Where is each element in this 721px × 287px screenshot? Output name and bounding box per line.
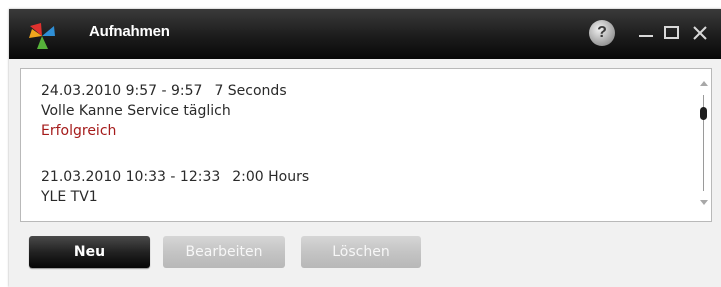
close-icon[interactable]	[688, 21, 712, 45]
recordings-window: Aufnahmen ? 24.03.2010 9:57 - 9:57 7 Seco…	[9, 9, 721, 287]
minimize-icon[interactable]	[634, 21, 658, 45]
recording-time: 24.03.2010 9:57 - 9:57	[41, 83, 203, 99]
recording-channel: Volle Kanne Service täglich	[41, 103, 231, 119]
help-icon[interactable]: ?	[589, 20, 615, 46]
recording-channel: YLE TV1	[41, 189, 98, 205]
recording-time: 21.03.2010 10:33 - 12:33	[41, 169, 221, 185]
recordings-list[interactable]: 24.03.2010 9:57 - 9:57 7 Seconds Volle Ka…	[20, 68, 712, 222]
maximize-icon[interactable]	[660, 21, 684, 45]
recording-status: Erfolgreich	[41, 123, 117, 139]
scroll-down-icon[interactable]	[699, 197, 709, 207]
scroll-up-icon[interactable]	[699, 79, 709, 89]
delete-button[interactable]: Löschen	[301, 236, 421, 268]
recording-duration: 2:00 Hours	[232, 169, 310, 185]
vertical-scrollbar[interactable]	[697, 79, 711, 209]
new-button[interactable]: Neu	[29, 236, 150, 268]
title-bar[interactable]: Aufnahmen ?	[9, 9, 721, 59]
scrollbar-thumb[interactable]	[700, 107, 707, 120]
list-item[interactable]: 24.03.2010 9:57 - 9:57 7 Seconds Volle Ka…	[41, 81, 287, 141]
recording-duration: 7 Seconds	[214, 83, 287, 99]
list-item[interactable]: 21.03.2010 10:33 - 12:33 2:00 Hours YLE T…	[41, 167, 309, 207]
window-title: Aufnahmen	[89, 23, 170, 40]
edit-button[interactable]: Bearbeiten	[163, 236, 285, 268]
app-logo-icon	[29, 23, 55, 49]
